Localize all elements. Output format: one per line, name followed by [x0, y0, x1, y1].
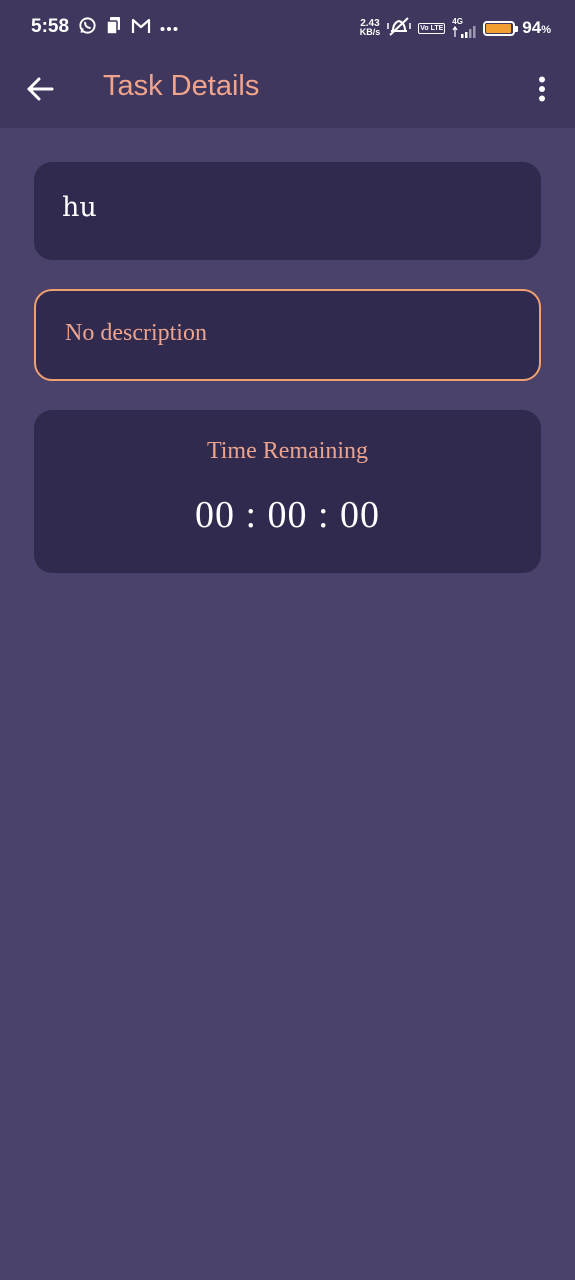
battery-percent-value: 94 — [522, 18, 542, 37]
battery-percent: 94% — [522, 18, 551, 38]
more-vert-icon — [538, 76, 546, 107]
more-options-button[interactable] — [525, 72, 559, 110]
arrow-back-icon — [26, 77, 54, 106]
back-button[interactable] — [22, 73, 58, 109]
gmail-icon — [131, 18, 151, 39]
network-type: 4G — [452, 17, 463, 26]
battery-fill — [486, 23, 511, 33]
battery-percent-sign: % — [541, 24, 551, 36]
sim-card-icon — [106, 16, 122, 40]
system-icons: 2.43 KB/s Vo LTE 4G 94% — [360, 14, 551, 42]
time-remaining-value: 00 : 00 : 00 — [194, 494, 381, 536]
notification-icons — [78, 16, 178, 40]
network-speed: 2.43 KB/s — [360, 19, 381, 37]
status-time: 5:58 — [31, 16, 70, 37]
status-bar: 5:58 2.43 KB/s Vo LTE 4G 94% — [0, 0, 575, 58]
timer-card: Time Remaining 00 : 00 : 00 — [34, 410, 541, 573]
time-remaining-label: Time Remaining — [206, 438, 369, 464]
app-bar: Task Details — [0, 58, 575, 128]
volte-icon: Vo LTE — [418, 22, 446, 34]
page-title: Task Details — [103, 70, 260, 102]
signal-icon: 4G — [452, 18, 476, 38]
more-dots-icon — [160, 19, 178, 37]
whatsapp-icon — [78, 16, 97, 40]
battery-icon — [483, 20, 519, 36]
task-title: hu — [62, 192, 97, 223]
task-title-card[interactable]: hu — [34, 162, 541, 260]
volte-label: Vo LTE — [420, 24, 444, 32]
task-description: No description — [65, 320, 207, 346]
task-description-card[interactable]: No description — [34, 289, 541, 381]
vibrate-icon — [387, 15, 411, 42]
network-speed-unit: KB/s — [359, 27, 381, 37]
